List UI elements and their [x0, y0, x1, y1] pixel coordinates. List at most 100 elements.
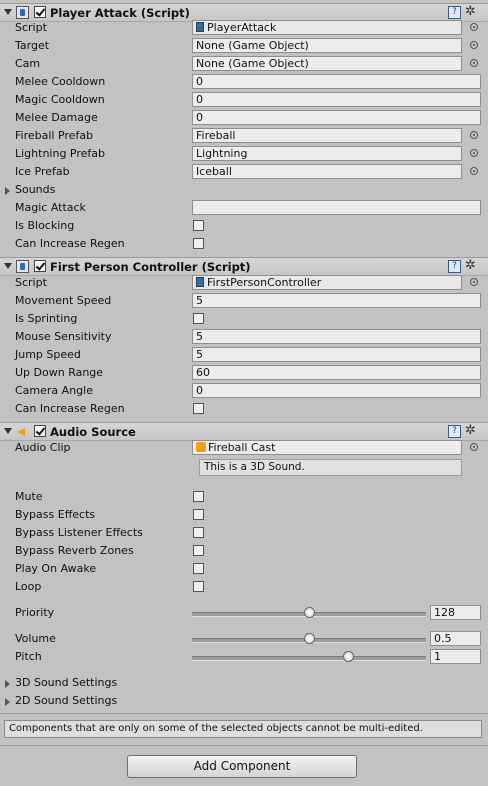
pitch-slider-track[interactable] — [192, 656, 426, 661]
object-picker-icon[interactable] — [470, 443, 478, 451]
field-row: Script FirstPersonController — [0, 274, 488, 292]
add-component-button[interactable]: Add Component — [127, 755, 357, 778]
field-label: 3D Sound Settings — [15, 676, 118, 689]
field-label: Bypass Reverb Zones — [15, 544, 134, 557]
script-icon — [196, 277, 204, 287]
field-row: Bypass Effects — [0, 506, 488, 524]
magic-attack-field[interactable] — [192, 200, 481, 215]
help-icon[interactable]: ? — [448, 6, 461, 19]
component-title: Player Attack (Script) — [50, 6, 190, 20]
field-row: Mute — [0, 488, 488, 506]
field-label: Bypass Listener Effects — [15, 526, 143, 539]
volume-input[interactable]: 0.5 — [430, 631, 481, 646]
divider — [0, 713, 488, 714]
speaker-icon — [16, 425, 29, 438]
pitch-input[interactable]: 1 — [430, 649, 481, 664]
fps-controller-enable-checkbox[interactable] — [34, 260, 46, 272]
field-label: Target — [15, 39, 50, 52]
help-icon[interactable]: ? — [448, 425, 461, 438]
priority-slider-thumb[interactable] — [304, 607, 315, 618]
foldout-closed-icon[interactable] — [5, 680, 10, 688]
ice-prefab-field[interactable]: Iceball — [192, 164, 462, 179]
foldout-open-icon[interactable] — [4, 263, 12, 269]
is-sprinting-checkbox[interactable] — [193, 313, 204, 324]
foldout-open-icon[interactable] — [4, 9, 12, 15]
sound-3d-foldout[interactable]: 3D Sound Settings — [0, 674, 488, 692]
field-label: Magic Cooldown — [15, 93, 105, 106]
gear-icon[interactable]: ✲ — [465, 5, 476, 19]
field-label: Jump Speed — [15, 348, 81, 361]
sounds-foldout[interactable]: Sounds — [0, 181, 488, 199]
object-picker-icon[interactable] — [470, 167, 478, 175]
priority-input[interactable]: 128 — [430, 605, 481, 620]
field-label: Is Sprinting — [15, 312, 78, 325]
object-picker-icon[interactable] — [470, 59, 478, 67]
bypass-reverb-zones-checkbox[interactable] — [193, 545, 204, 556]
gear-icon[interactable]: ✲ — [465, 424, 476, 438]
field-row: Bypass Reverb Zones — [0, 542, 488, 560]
bypass-effects-checkbox[interactable] — [193, 509, 204, 520]
foldout-closed-icon[interactable] — [5, 698, 10, 706]
play-on-awake-checkbox[interactable] — [193, 563, 204, 574]
target-field[interactable]: None (Game Object) — [192, 38, 462, 53]
object-picker-icon[interactable] — [470, 41, 478, 49]
jump-speed-input[interactable]: 5 — [192, 347, 481, 362]
field-row: Can Increase Regen — [0, 400, 488, 418]
field-row: Volume 0.5 — [0, 630, 488, 648]
object-picker-icon[interactable] — [470, 131, 478, 139]
mouse-sensitivity-input[interactable]: 5 — [192, 329, 481, 344]
field-label: Fireball Prefab — [15, 129, 94, 142]
field-label: Volume — [15, 632, 56, 645]
script-field[interactable]: FirstPersonController — [192, 275, 462, 290]
sound-2d-foldout[interactable]: 2D Sound Settings — [0, 692, 488, 710]
melee-damage-input[interactable]: 0 — [192, 110, 481, 125]
audio-clip-icon — [196, 442, 206, 452]
field-label: Pitch — [15, 650, 42, 663]
cam-field[interactable]: None (Game Object) — [192, 56, 462, 71]
field-label: Audio Clip — [15, 441, 71, 454]
pitch-slider-thumb[interactable] — [343, 651, 355, 662]
object-picker-icon[interactable] — [470, 278, 478, 286]
can-increase-regen-checkbox[interactable] — [193, 238, 204, 249]
field-row: Pitch 1 — [0, 648, 488, 666]
can-increase-regen-checkbox[interactable] — [193, 403, 204, 414]
field-row: Play On Awake — [0, 560, 488, 578]
bypass-listener-effects-checkbox[interactable] — [193, 527, 204, 538]
gear-icon[interactable]: ✲ — [465, 259, 476, 273]
player-attack-enable-checkbox[interactable] — [34, 6, 46, 18]
field-row: Mouse Sensitivity 5 — [0, 328, 488, 346]
field-label: Camera Angle — [15, 384, 93, 397]
audio-source-enable-checkbox[interactable] — [34, 425, 46, 437]
field-label: Melee Damage — [15, 111, 98, 124]
object-picker-icon[interactable] — [470, 23, 478, 31]
fireball-prefab-field[interactable]: Fireball — [192, 128, 462, 143]
field-row: Lightning Prefab Lightning — [0, 145, 488, 163]
foldout-open-icon[interactable] — [4, 428, 12, 434]
field-row: Up Down Range 60 — [0, 364, 488, 382]
mute-checkbox[interactable] — [193, 491, 204, 502]
movement-speed-input[interactable]: 5 — [192, 293, 481, 308]
melee-cooldown-input[interactable]: 0 — [192, 74, 481, 89]
magic-cooldown-input[interactable]: 0 — [192, 92, 481, 107]
field-row: Cam None (Game Object) — [0, 55, 488, 73]
field-label: Magic Attack — [15, 201, 86, 214]
audio-clip-value: Fireball Cast — [208, 441, 276, 454]
field-row: Priority 128 — [0, 604, 488, 622]
script-value: PlayerAttack — [207, 21, 277, 34]
up-down-range-input[interactable]: 60 — [192, 365, 481, 380]
foldout-closed-icon[interactable] — [5, 187, 10, 195]
component-title: Audio Source — [50, 425, 136, 439]
audio-clip-field[interactable]: Fireball Cast — [192, 440, 462, 455]
volume-slider-thumb[interactable] — [304, 633, 315, 644]
script-field[interactable]: PlayerAttack — [192, 20, 462, 35]
script-icon — [16, 6, 29, 19]
object-picker-icon[interactable] — [470, 149, 478, 157]
camera-angle-input[interactable]: 0 — [192, 383, 481, 398]
loop-checkbox[interactable] — [193, 581, 204, 592]
is-blocking-checkbox[interactable] — [193, 220, 204, 231]
field-label: Melee Cooldown — [15, 75, 106, 88]
field-label: Movement Speed — [15, 294, 112, 307]
lightning-prefab-field[interactable]: Lightning — [192, 146, 462, 161]
help-icon[interactable]: ? — [448, 260, 461, 273]
field-label: Can Increase Regen — [15, 237, 125, 250]
